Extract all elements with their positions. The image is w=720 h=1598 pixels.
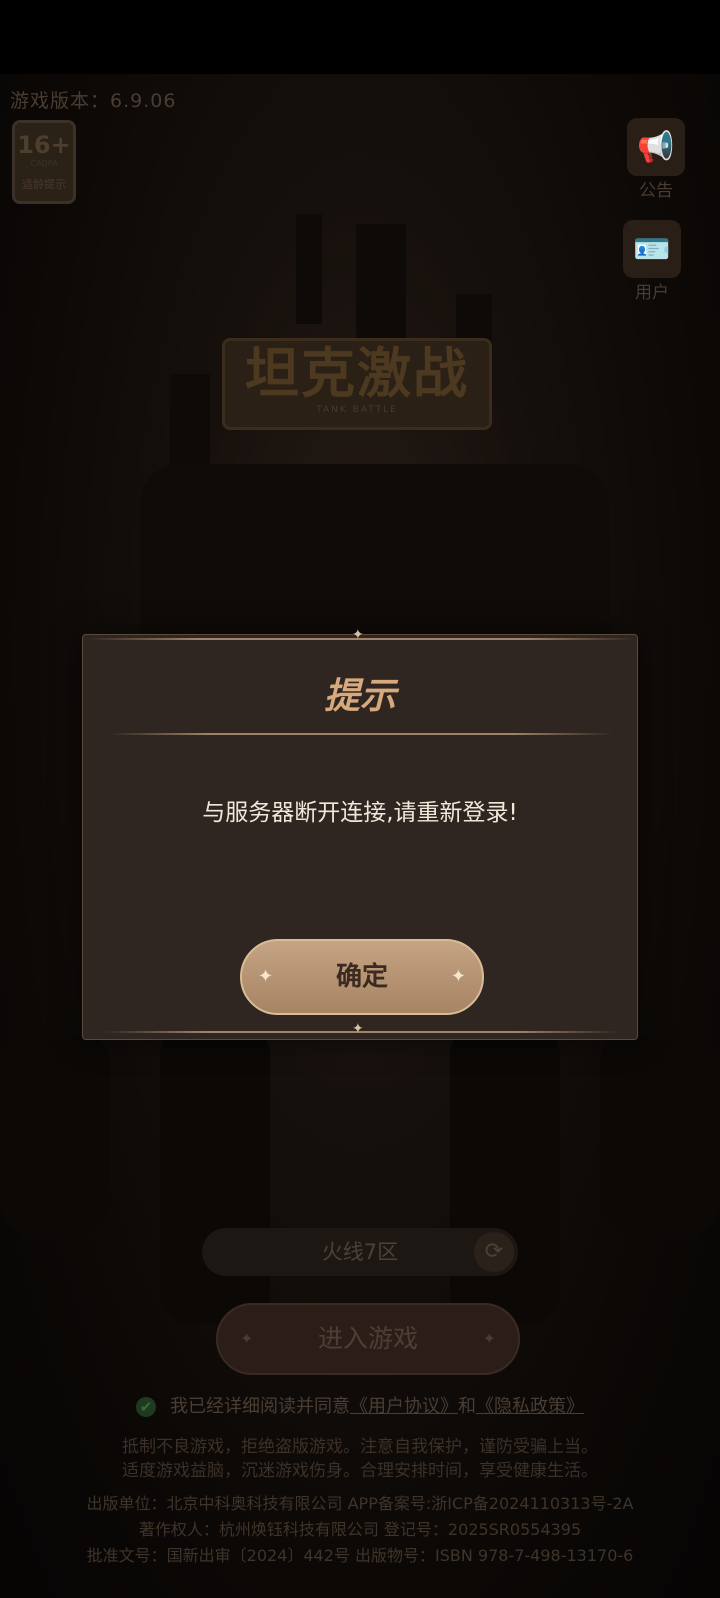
enter-game-label: 进入游戏	[317, 1324, 418, 1353]
alert-dialog: ✦ 提示 与服务器断开连接,请重新登录! ✦ 确定 ✦ ✦	[82, 627, 638, 1040]
sparkle-icon: ✦	[482, 1329, 496, 1348]
sparkle-icon: ✦	[240, 1329, 254, 1348]
age-tip-label: 适龄提示	[22, 178, 66, 191]
confirm-button[interactable]: ✦ 确定 ✦	[240, 939, 484, 1015]
agreement-text: 我已经详细阅读并同意	[170, 1396, 350, 1417]
privacy-policy-link[interactable]: 《隐私政策》	[476, 1396, 584, 1417]
age-rating: 16+	[17, 131, 71, 159]
copyright-info: 著作权人：杭州焕钰科技有限公司 登记号：2025SR0554395	[138, 1520, 582, 1539]
agreement-and: 和	[458, 1396, 476, 1417]
cadpa-label: CADPA	[30, 159, 58, 168]
game-version: 游戏版本：6.9.06	[10, 90, 177, 112]
agreement-row: ✔ 我已经详细阅读并同意《用户协议》和《隐私政策》	[0, 1392, 720, 1418]
approval-info: 批准文号：国新出审〔2024〕442号 出版物号：ISBN 978-7-498-…	[86, 1546, 634, 1565]
user-label: 用户	[635, 283, 669, 303]
sparkle-icon: ✦	[352, 1021, 364, 1037]
user-button[interactable]: 🪪 用户	[612, 220, 692, 303]
sparkle-icon: ✦	[450, 966, 466, 987]
announcement-button[interactable]: 📢 公告	[616, 118, 696, 201]
sparkle-icon: ✦	[258, 966, 274, 987]
refresh-icon[interactable]: ⟳	[474, 1232, 514, 1272]
logo-subtitle: TANK BATTLE	[316, 405, 398, 415]
sparkle-icon: ✦	[352, 627, 364, 643]
megaphone-icon: 📢	[627, 118, 685, 176]
health-notice-line1: 抵制不良游戏，拒绝盗版游戏。注意自我保护，谨防受骗上当。	[122, 1437, 598, 1457]
game-logo: 坦克激战 TANK BATTLE	[222, 338, 492, 430]
server-name: 火线7区	[321, 1240, 399, 1264]
server-selector[interactable]: 火线7区 ⟳	[202, 1228, 518, 1276]
user-agreement-link[interactable]: 《用户协议》	[350, 1396, 458, 1417]
dialog-message: 与服务器断开连接,请重新登录!	[202, 800, 518, 826]
health-notice-line2: 适度游戏益脑，沉迷游戏伤身。合理安排时间，享受健康生活。	[122, 1461, 598, 1481]
publisher-info: 出版单位：北京中科奥科技有限公司 APP备案号:浙ICP备2024110313号…	[86, 1494, 634, 1513]
confirm-label: 确定	[335, 962, 388, 992]
age-rating-badge[interactable]: 16+ CADPA 适龄提示	[12, 120, 76, 204]
dialog-title: 提示	[323, 676, 396, 717]
agreement-checkbox[interactable]: ✔	[136, 1397, 156, 1417]
status-bar	[0, 0, 720, 74]
logo-title: 坦克激战	[245, 341, 469, 405]
enter-game-button[interactable]: ✦ 进入游戏 ✦	[216, 1303, 520, 1375]
title-divider	[109, 733, 613, 735]
announcement-label: 公告	[639, 181, 673, 201]
id-card-icon: 🪪	[623, 220, 681, 278]
